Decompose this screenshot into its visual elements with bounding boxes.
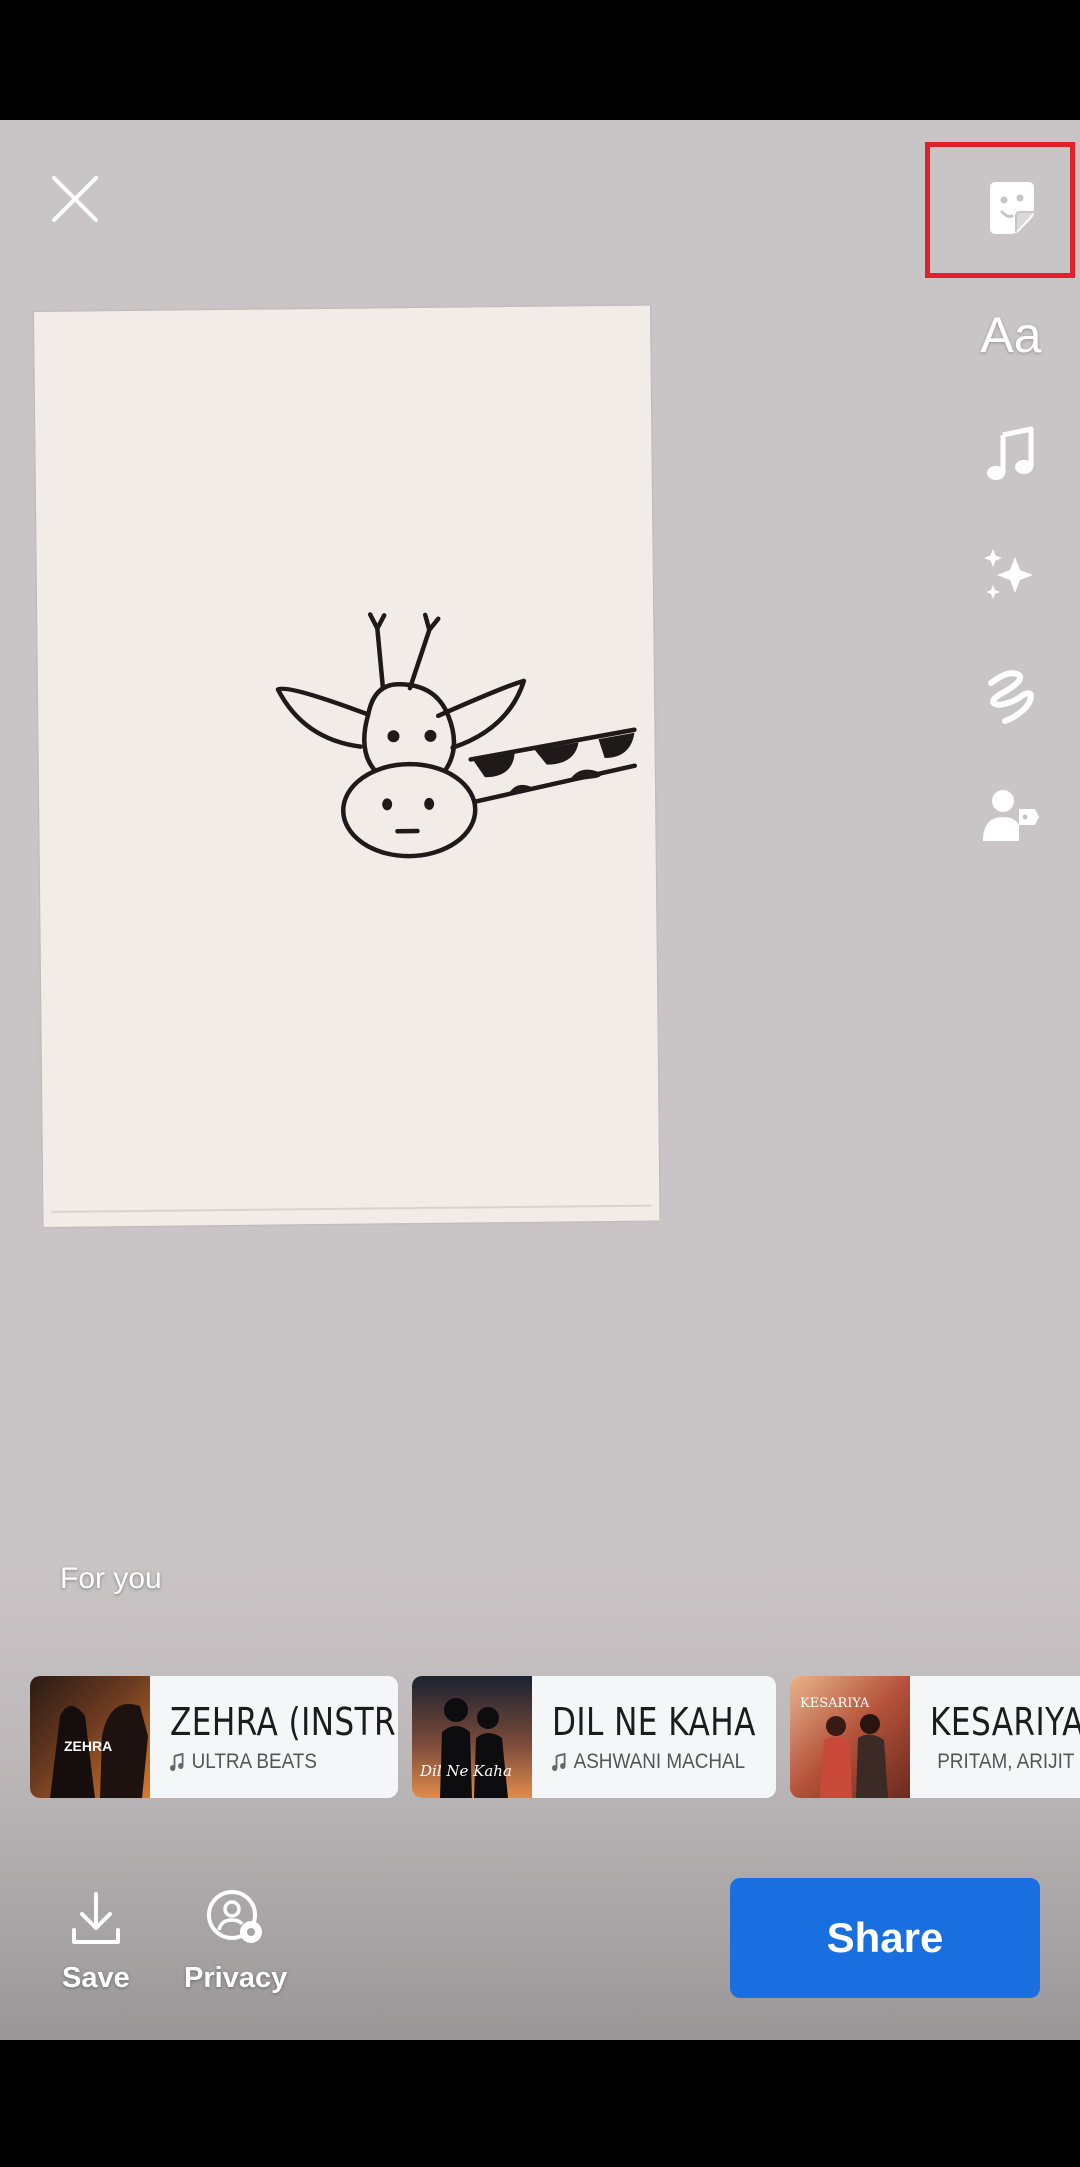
text-tool-button[interactable]: Aa	[976, 300, 1046, 370]
tag-people-icon	[983, 790, 1039, 841]
music-button[interactable]	[976, 420, 1046, 490]
album-art: ZEHRA	[30, 1676, 150, 1798]
artist-row: PRITAM, ARIJIT SINGH	[930, 1750, 1080, 1774]
save-label: Save	[62, 1962, 130, 1994]
artist-name: ULTRA BEATS	[191, 1750, 317, 1773]
share-button[interactable]: Share	[730, 1878, 1040, 1998]
artist-row: ULTRA BEATS	[170, 1750, 375, 1774]
effects-icon	[984, 549, 1033, 599]
close-icon	[52, 176, 98, 222]
music-icon	[987, 426, 1034, 480]
draw-button[interactable]	[976, 662, 1046, 732]
photo-canvas[interactable]	[34, 305, 660, 1227]
song-title: ZEHRA (INSTRUMENTAL)	[170, 1700, 398, 1744]
draw-icon	[988, 670, 1034, 724]
artist-name: PRITAM, ARIJIT SINGH	[937, 1750, 1080, 1773]
artist-row: ASHWANI MACHAL	[552, 1750, 754, 1774]
album-art-text: Dil Ne Kaha	[420, 1762, 512, 1780]
album-art-text: ZEHRA	[64, 1738, 113, 1754]
music-card[interactable]: Dil Ne Kaha DIL NE KAHA ASHWANI MACHAL	[412, 1676, 776, 1798]
effects-button[interactable]	[976, 540, 1046, 610]
album-art: Dil Ne Kaha	[412, 1676, 532, 1798]
selection-highlight	[925, 142, 1075, 278]
song-title: KESARIYA	[930, 1700, 1080, 1744]
tag-people-button[interactable]	[976, 782, 1046, 852]
privacy-settings-icon	[206, 1890, 262, 1943]
section-title: For you	[60, 1562, 162, 1595]
artist-name: ASHWANI MACHAL	[573, 1750, 746, 1773]
story-editor: Aa For you ZEHRA ZEHRA (INSTR ULTRA BEAT…	[0, 120, 1080, 2040]
text-icon: Aa	[980, 307, 1042, 363]
music-suggestions: ZEHRA ZEHRA (INSTRUMENTAL) ULTRA BEATS D…	[30, 1676, 1080, 1798]
save-button[interactable]: Save	[62, 1890, 130, 1995]
giraffe-drawing	[275, 612, 638, 859]
music-note-icon	[552, 1753, 566, 1771]
close-button[interactable]	[46, 170, 104, 228]
album-art-text: KESARIYA	[800, 1696, 870, 1711]
song-title: DIL NE KAHA	[552, 1700, 756, 1744]
privacy-button[interactable]: Privacy	[184, 1888, 287, 1995]
privacy-label: Privacy	[184, 1962, 288, 1994]
music-card[interactable]: ZEHRA ZEHRA (INSTRUMENTAL) ULTRA BEATS	[30, 1676, 398, 1798]
music-note-icon	[170, 1753, 184, 1771]
album-art: KESARIYA	[790, 1676, 910, 1798]
download-icon	[71, 1892, 120, 1944]
music-card[interactable]: KESARIYA KESARIYA PRITAM, ARIJIT SINGH	[790, 1676, 1080, 1798]
